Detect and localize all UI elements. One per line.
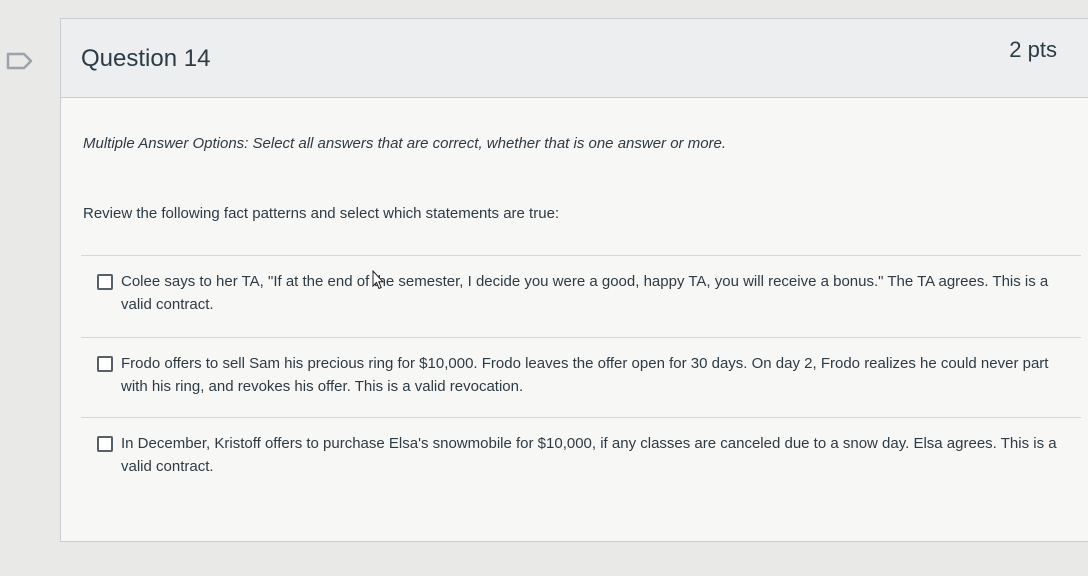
answer-label: Colee says to her TA, "If at the end of … — [121, 273, 1049, 313]
answer-list: Colee says to her TA, "If at the end of … — [81, 255, 1081, 499]
answer-option[interactable]: Colee says to her TA, "If at the end of … — [81, 255, 1081, 337]
answer-label: In December, Kristoff offers to purchase… — [121, 435, 1057, 475]
bookmark-icon[interactable] — [6, 52, 34, 70]
question-card: Question 14 2 pts Multiple Answer Option… — [60, 18, 1088, 542]
mouse-pointer-icon — [372, 270, 384, 290]
question-prompt: Review the following fact patterns and s… — [83, 205, 560, 222]
question-header: Question 14 2 pts — [61, 19, 1088, 98]
question-title: Question 14 — [81, 45, 211, 72]
answer-checkbox[interactable] — [97, 356, 113, 372]
answer-option[interactable]: Frodo offers to sell Sam his precious ri… — [81, 337, 1081, 417]
answer-checkbox[interactable] — [97, 436, 113, 452]
answer-option[interactable]: In December, Kristoff offers to purchase… — [81, 417, 1081, 499]
answer-label: Frodo offers to sell Sam his precious ri… — [121, 355, 1049, 395]
question-instructions: Multiple Answer Options: Select all answ… — [83, 135, 727, 152]
question-points: 2 pts — [1009, 37, 1057, 62]
answer-checkbox[interactable] — [97, 274, 113, 290]
